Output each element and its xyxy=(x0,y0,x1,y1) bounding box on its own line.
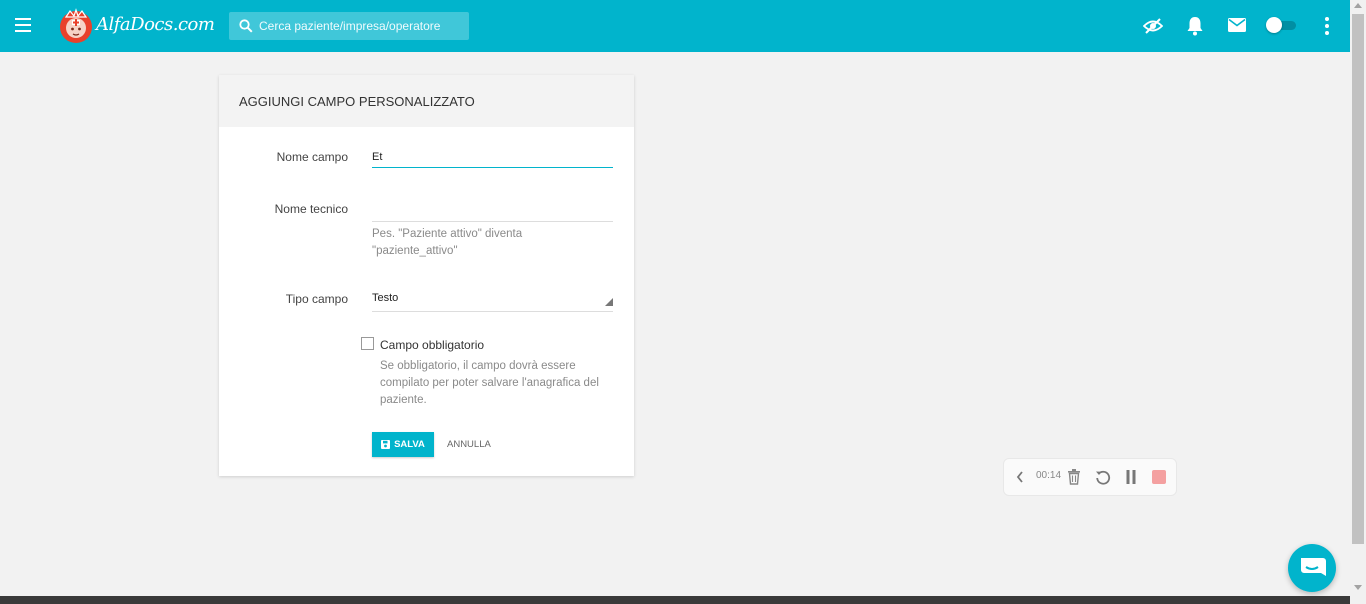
theme-toggle[interactable] xyxy=(1266,17,1296,33)
card-title: AGGIUNGI CAMPO PERSONALIZZATO xyxy=(219,75,634,127)
search-input[interactable] xyxy=(259,12,464,40)
recording-time: 00:14 xyxy=(1036,470,1062,481)
stop-icon[interactable] xyxy=(1152,470,1166,484)
logo-text: AlfaDocs.com xyxy=(96,14,215,35)
chat-bubble-icon xyxy=(1301,558,1326,576)
menu-icon[interactable] xyxy=(15,18,31,32)
save-label: SALVA xyxy=(394,439,425,450)
scrollbar-thumb[interactable] xyxy=(1352,14,1364,544)
required-label[interactable]: Campo obbligatorio xyxy=(380,338,484,352)
field-type-label: Tipo campo xyxy=(285,292,348,306)
dropdown-arrow-icon xyxy=(605,298,613,306)
top-bar: AlfaDocs.com xyxy=(0,0,1350,52)
required-checkbox[interactable] xyxy=(361,337,374,350)
trash-icon[interactable] xyxy=(1067,469,1081,485)
pause-icon[interactable] xyxy=(1125,470,1137,484)
scroll-down-arrow-icon[interactable] xyxy=(1354,585,1362,590)
logo[interactable]: AlfaDocs.com xyxy=(58,6,215,46)
recorder-widget: 00:14 xyxy=(1003,458,1177,496)
bottom-strip xyxy=(0,596,1350,604)
search-icon xyxy=(239,19,253,33)
restart-icon[interactable] xyxy=(1095,469,1111,485)
save-button[interactable]: SALVA xyxy=(372,432,434,457)
field-name-input[interactable] xyxy=(372,147,613,168)
chevron-left-icon[interactable] xyxy=(1016,471,1024,483)
custom-field-card: AGGIUNGI CAMPO PERSONALIZZATO Nome campo… xyxy=(219,75,634,476)
technical-name-input[interactable] xyxy=(372,201,613,222)
lion-logo-icon xyxy=(60,8,92,43)
search-box[interactable] xyxy=(229,12,469,40)
technical-name-help: Pes. "Paziente attivo" diventa "paziente… xyxy=(372,228,523,257)
privacy-eye-icon[interactable] xyxy=(1143,16,1163,36)
more-vert-icon[interactable] xyxy=(1325,17,1329,35)
mail-icon[interactable] xyxy=(1228,18,1246,32)
floppy-disk-icon xyxy=(381,440,391,449)
field-type-select[interactable]: Testo xyxy=(372,289,613,312)
chat-button[interactable] xyxy=(1288,544,1336,592)
bell-icon[interactable] xyxy=(1186,16,1204,36)
toggle-knob xyxy=(1266,17,1282,33)
cancel-button[interactable]: ANNULLA xyxy=(441,432,497,457)
field-name-label: Nome campo xyxy=(276,150,348,164)
required-help: Se obbligatorio, il campo dovrà essere c… xyxy=(380,360,599,406)
scroll-up-arrow-icon[interactable] xyxy=(1354,3,1362,8)
field-type-value: Testo xyxy=(372,292,399,304)
technical-name-label: Nome tecnico xyxy=(274,202,348,216)
